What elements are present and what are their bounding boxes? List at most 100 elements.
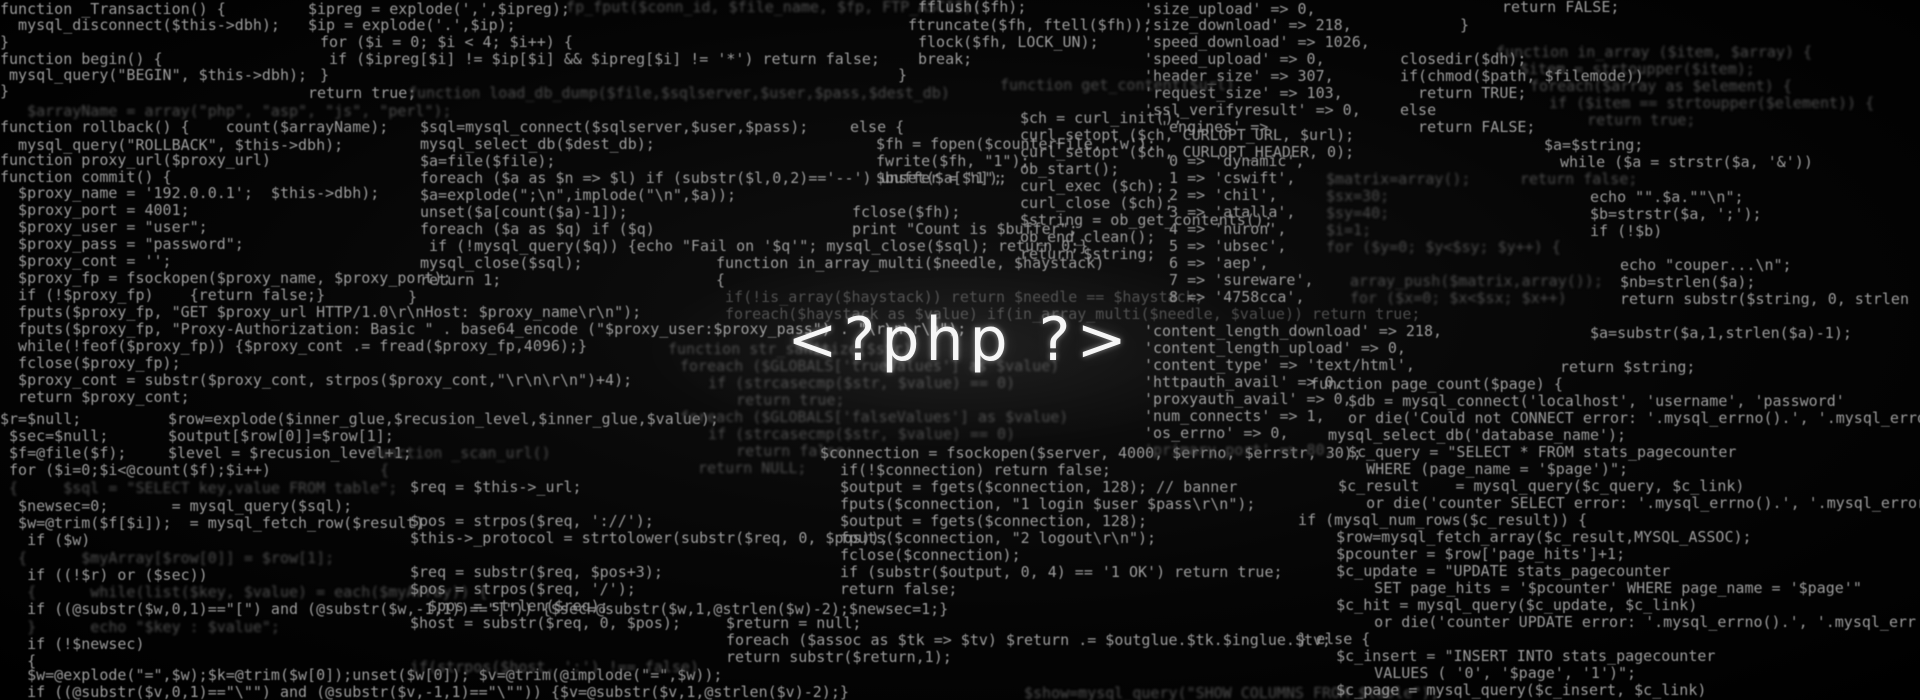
code-fragment: 'primary_port' => 80, <box>1144 441 1334 459</box>
code-fragment: else { <box>850 118 905 136</box>
code-fragment: function begin() { <box>0 50 163 68</box>
code-fragment: fclose($fh); <box>852 203 961 221</box>
code-fragment: $ip = explode('.',$ip); <box>308 16 516 34</box>
code-fragment: $sx=30; <box>1326 187 1390 205</box>
code-fragment: $f=@file($f); <box>0 444 127 462</box>
code-fragment: $proxy_port = 4001; <box>0 201 190 219</box>
code-fragment: 6 => 'aep', <box>1160 254 1269 272</box>
code-fragment: return NULL; <box>680 459 807 477</box>
code-fragment: 'proxyauth_avail' => 0, <box>1144 390 1352 408</box>
code-fragment: $req = $this->_url; <box>410 478 582 496</box>
code-fragment: $i=1; <box>1326 221 1372 239</box>
code-fragment: if(chmod($path, $filemode)) <box>1400 67 1644 85</box>
code-fragment: $connection = fsockopen($server, 4000, $… <box>820 444 1362 462</box>
code-fragment: return $proxy_cont; <box>0 388 190 406</box>
code-fragment: if (!$proxy_fp) {return false;} <box>0 286 326 304</box>
code-fragment: for ($i=0;$i<@count($f);$i++) <box>0 461 271 479</box>
code-fragment: for ($i = 0; $i < 4; $i++) { <box>320 33 573 51</box>
code-fragment: 'size_upload' => 0, <box>1144 0 1316 18</box>
code-fragment: $req = substr($req, $pos+3); <box>410 563 663 581</box>
code-fragment: 'num_connects' => 1, <box>1144 407 1325 425</box>
code-fragment: if ((!$r) or ($sec)) <box>0 566 208 584</box>
code-fragment: return true; <box>1560 111 1696 129</box>
code-fragment: 'speed_download' => 1026, <box>1144 33 1370 51</box>
code-fragment: $output = fgets($connection, 128); // ba… <box>840 478 1238 496</box>
code-fragment: SET page_hits = '$pcounter' WHERE page_n… <box>1320 579 1862 597</box>
code-fragment: $row=mysql_fetch_array($c_result,MYSQL_A… <box>1300 528 1752 546</box>
code-fragment: fp_fput($conn_id, $file_name, $fp, FTP_A… <box>548 0 982 16</box>
code-fragment: 'header_size' => 307, <box>1144 67 1334 85</box>
code-fragment: or die('Could not CONNECT error: '.mysql… <box>1330 409 1920 427</box>
code-fragment: $c_insert = "INSERT INTO stats_pagecount… <box>1300 647 1716 665</box>
code-fragment: $b=strstr($a, ';'); <box>1590 205 1762 223</box>
code-fragment: $item = strtoupper($item); <box>1520 60 1755 78</box>
code-fragment: $matrix=array(); <box>1326 170 1471 188</box>
code-fragment: echo "".$a.""\n"; <box>1590 188 1744 206</box>
code-fragment: $c_update = "UPDATE stats_pagecounter <box>1300 562 1671 580</box>
code-fragment: ftruncate($fh, ftell($fh)); <box>908 16 1152 34</box>
code-fragment: fclose($connection); <box>840 546 1021 564</box>
code-fragment: mysql_disconnect($this->dbh); <box>0 16 280 34</box>
code-fragment: if ($w) <box>0 531 91 549</box>
code-fragment: $pcounter = $row['page_hits']+1; <box>1300 545 1626 563</box>
code-fragment: mysql_select_db('database_name'); <box>1310 426 1627 444</box>
code-fragment: } else { <box>1280 630 1371 648</box>
code-fragment: 'speed_upload' => 0, <box>1144 50 1325 68</box>
code-fragment: 8 => '4758cca', <box>1160 288 1305 306</box>
code-fragment: if(!is_array($haystack)) return $needle … <box>716 288 1204 306</box>
code-fragment: $fh = fopen($counterFile, 'w'); <box>876 135 1156 153</box>
code-fragment: { <box>716 271 726 289</box>
code-fragment: $db = mysql_connect('localhost', 'userna… <box>1330 392 1845 410</box>
code-fragment: $proxy_user = "user"; <box>0 218 208 236</box>
code-fragment: ob_start(); <box>1020 160 1120 178</box>
code-fragment: $show=mysql_query("SHOW COLUMNS FROM $ta… <box>1024 684 1440 700</box>
code-fragment: function _Transaction() { <box>0 0 226 18</box>
code-fragment: 'httpauth_avail' => 0, <box>1144 373 1343 391</box>
code-fragment: { $myArray[$row[0]] = $row[1]; <box>0 549 335 567</box>
code-fragment: $r=$null; <box>0 410 82 428</box>
code-fragment: $sy=40; <box>1326 204 1390 222</box>
code-fragment: 1 => 'cswift', <box>1160 169 1296 187</box>
code-fragment: mysql_query("BEGIN", $this->dbh); <box>0 66 308 84</box>
code-fragment: } <box>408 288 418 306</box>
code-fragment: foreach ($assoc as $tk => $tv) $return .… <box>726 631 1332 649</box>
code-fragment: { $sql = "SELECT key,value FROM table"; <box>0 479 398 497</box>
code-fragment: function _scan_url() <box>370 444 551 462</box>
code-fragment: } <box>0 82 10 100</box>
code-fragment: return false; <box>1520 170 1638 188</box>
code-fragment: 'ssl_verifyresult' => 0, <box>1144 101 1361 119</box>
code-fragment: 'request_size' => 103, <box>1144 84 1343 102</box>
code-fragment: function proxy_url($proxy_url) <box>0 151 271 169</box>
code-fragment: $sql=mysql_connect($sqlserver,$user,$pas… <box>420 118 809 136</box>
code-fragment: if(strpos($host, ':') !== false) <box>410 658 699 676</box>
code-fragment: if (!mysql_query($q)) {echo "Fail on '$q… <box>420 237 1089 255</box>
code-fragment: ob_end_clean(); <box>1020 228 1156 246</box>
code-fragment: mysql_close($sql); <box>420 254 583 272</box>
code-fragment: while ($a = strstr($a, '&')) <box>1560 153 1813 171</box>
code-fragment: } <box>1460 16 1470 34</box>
code-fragment: $buffer = "1"; <box>876 169 1003 187</box>
code-fragment: $w=@trim($f[$i]); = mysql_fetch_row($res… <box>0 514 425 532</box>
code-fragment: $c_query = "SELECT * FROM stats_pagecoun… <box>1330 443 1737 461</box>
code-fragment: 'size_download' => 218, <box>1144 16 1352 34</box>
code-fragment: function in_array ($item, $array) { <box>1496 43 1813 61</box>
code-fragment: $host = substr($req, 0, $pos); <box>410 614 681 632</box>
code-fragment: unset($a[count($a)-1]); <box>420 203 628 221</box>
code-fragment: } <box>898 66 908 84</box>
code-fragment: curl_setopt ($ch, CURLOPT_URL, $url); <box>1020 126 1355 144</box>
code-fragment: $pos = strpos($req, '://'); <box>410 512 654 530</box>
code-fragment: $proxy_pass = "password"; <box>0 235 244 253</box>
code-fragment: fflush($fh); <box>918 0 1027 16</box>
code-fragment: foreach ($a as $q) if ($q) <box>420 220 655 238</box>
code-fragment: $output[$row[0]]=$row[1]; <box>168 427 394 445</box>
code-fragment: 0 => 'dynamic', <box>1160 152 1305 170</box>
code-fragment: 5 => 'ubsec', <box>1160 237 1287 255</box>
code-fragment: $w=@explode("=",$w);$k=@trim($w[0]);unse… <box>0 666 723 684</box>
code-fragment: mysql_query("ROLLBACK", $this->dbh); <box>0 136 344 154</box>
code-fragment: array_push($matrix,array()); <box>1350 272 1603 290</box>
code-fragment: if ($item == strtoupper($element)) { <box>1540 94 1875 112</box>
code-fragment: $proxy_fp = fsockopen($proxy_name, $prox… <box>0 269 452 287</box>
code-fragment: if (substr($output, 0, 4) == '1 OK') ret… <box>840 563 1283 581</box>
code-fragment: { <box>0 652 37 670</box>
code-fragment: $proxy_cont = substr($proxy_cont, strpos… <box>0 371 633 389</box>
